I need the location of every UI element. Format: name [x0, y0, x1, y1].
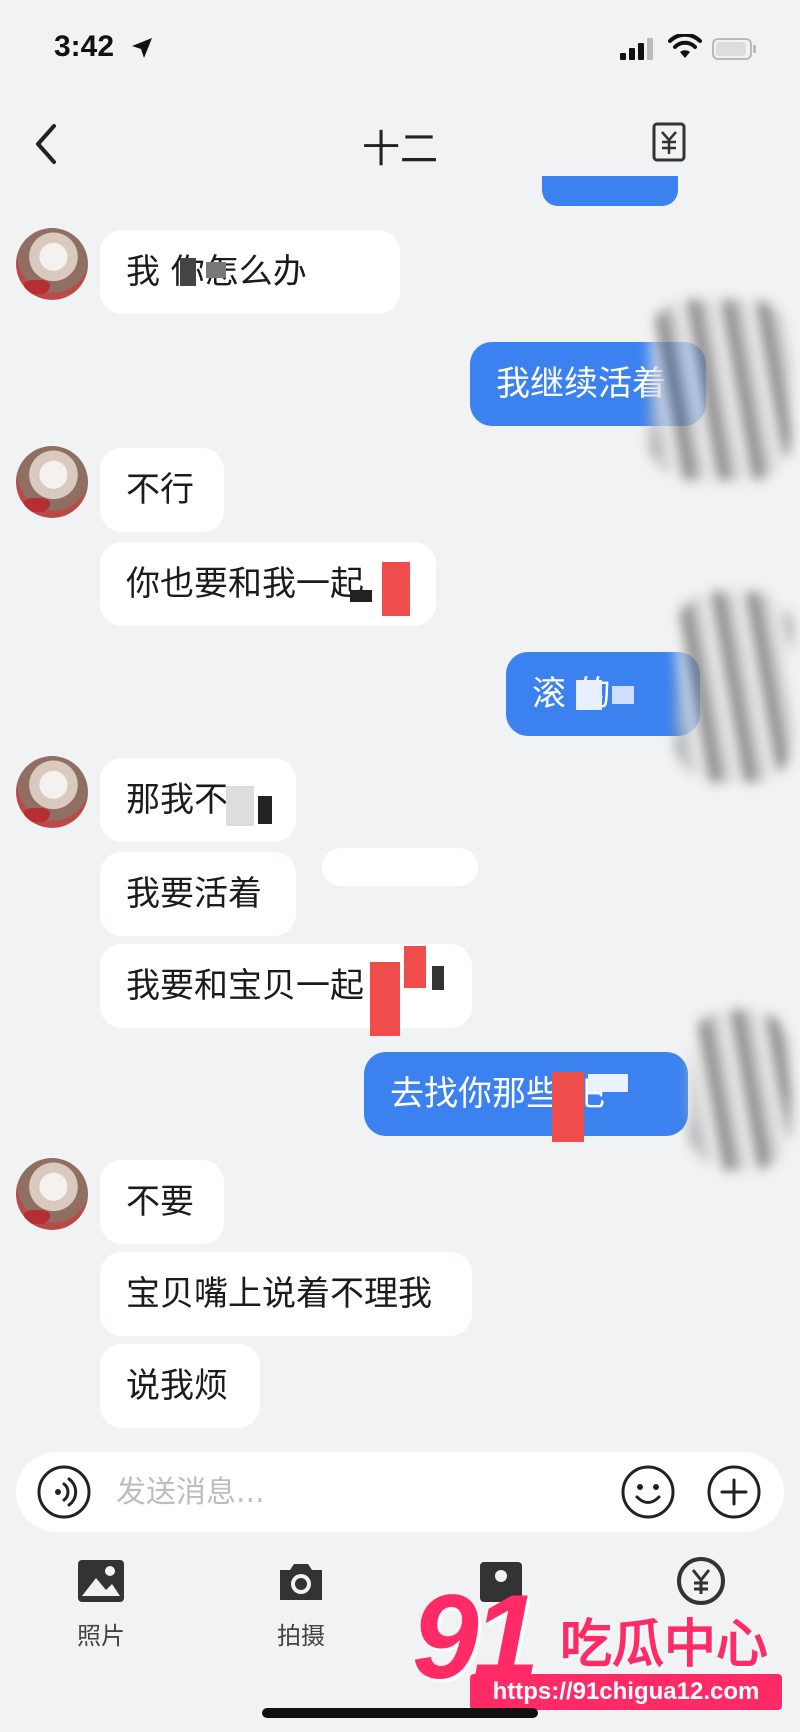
contact-avatar[interactable]	[16, 446, 88, 518]
message-bubble-incoming[interactable]: 宝贝嘴上说着不理我	[100, 1252, 472, 1336]
message-bubble-incoming[interactable]: 说我烦	[100, 1344, 260, 1428]
message-input[interactable]	[116, 1466, 616, 1518]
message-composer	[16, 1452, 784, 1532]
censor-mosaic	[180, 258, 196, 286]
censor-mosaic	[382, 562, 410, 616]
site-watermark: 91 吃瓜中心 https://91chigua12.com	[410, 1570, 790, 1722]
censor-mosaic	[404, 946, 426, 988]
censor-blur	[676, 592, 792, 782]
voice-input-button[interactable]	[36, 1464, 92, 1520]
censor-mosaic	[258, 796, 272, 824]
chat-header: 十二	[0, 100, 800, 190]
message-bubble-incoming[interactable]: 不要	[100, 1160, 224, 1244]
watermark-site-name: 吃瓜中心	[560, 1615, 769, 1675]
watermark-url: https://91chigua12.com	[470, 1674, 782, 1710]
red-packet-button[interactable]	[650, 120, 694, 164]
censor-mosaic	[226, 786, 254, 826]
contact-avatar[interactable]	[16, 756, 88, 828]
status-bar: 3:42	[0, 0, 800, 100]
censor-mosaic	[432, 966, 444, 990]
contact-avatar[interactable]	[16, 228, 88, 300]
battery-icon	[712, 38, 756, 60]
message-bubble-outgoing[interactable]: 去找你那些 吧	[364, 1052, 688, 1136]
wifi-icon	[668, 34, 702, 58]
photo-button[interactable]: 照片	[46, 1556, 156, 1656]
message-bubble-incoming[interactable]: 不行	[100, 448, 224, 532]
message-bubble-incoming[interactable]: 我 你怎么办	[100, 230, 400, 314]
message-bubble-incoming[interactable]: 我要活着	[100, 852, 296, 936]
censor-mosaic	[322, 848, 478, 886]
censor-mosaic	[588, 1074, 628, 1092]
censor-mosaic	[206, 262, 226, 278]
censor-mosaic	[612, 686, 634, 704]
location-arrow-icon	[132, 38, 152, 58]
status-time: 3:42	[54, 30, 115, 63]
camera-label: 拍摄	[277, 1622, 325, 1650]
camera-icon	[280, 1564, 322, 1600]
more-options-button[interactable]	[706, 1464, 762, 1520]
home-indicator[interactable]	[262, 1708, 538, 1718]
emoji-button[interactable]	[620, 1464, 676, 1520]
camera-button[interactable]: 拍摄	[246, 1556, 356, 1656]
message-bubble-outgoing[interactable]: 滚 的	[506, 652, 700, 736]
censor-mosaic	[370, 962, 400, 1036]
photo-label: 照片	[77, 1622, 125, 1650]
cellular-signal-icon	[620, 38, 653, 60]
message-bubble-partial	[542, 176, 678, 206]
censor-blur	[690, 1010, 790, 1170]
photo-icon	[78, 1560, 124, 1602]
contact-avatar[interactable]	[16, 1158, 88, 1230]
censor-blur	[650, 300, 790, 480]
censor-mosaic	[552, 1072, 584, 1142]
censor-mosaic	[576, 680, 602, 710]
censor-mosaic	[350, 590, 372, 602]
